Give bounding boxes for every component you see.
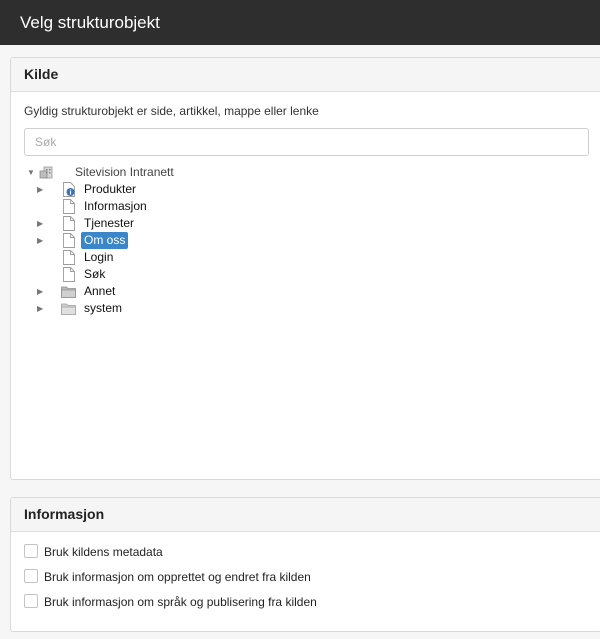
svg-text:i: i — [69, 189, 71, 196]
tree-item-label[interactable]: Informasjon — [81, 198, 150, 215]
expand-arrow-icon[interactable]: ▶ — [37, 232, 47, 249]
option-created-modified[interactable]: Bruk informasjon om opprettet og endret … — [24, 569, 311, 585]
tree-root-label[interactable]: Sitevision Intranett — [72, 164, 177, 181]
folder-icon — [61, 301, 76, 316]
option-language-publishing[interactable]: Bruk informasjon om språk og publisering… — [24, 594, 317, 610]
checkbox-created-modified[interactable] — [24, 569, 38, 583]
kilde-panel: Kilde Gyldig strukturobjekt er side, art… — [10, 57, 600, 480]
page-info-icon: i — [62, 182, 76, 197]
kilde-description: Gyldig strukturobjekt er side, artikkel,… — [24, 104, 319, 118]
tree-item-label[interactable]: Login — [81, 249, 116, 266]
tree-item-label-selected[interactable]: Om oss — [81, 232, 129, 249]
page-icon — [62, 233, 76, 248]
tree-item-label[interactable]: Søk — [81, 266, 108, 283]
page-icon — [62, 216, 76, 231]
page-icon — [62, 199, 76, 214]
option-language-publishing-label: Bruk informasjon om språk og publisering… — [44, 595, 317, 609]
expand-arrow-icon[interactable]: ▶ — [37, 181, 47, 198]
option-metadata-label: Bruk kildens metadata — [44, 545, 163, 559]
collapse-arrow-icon[interactable]: ▼ — [27, 164, 37, 181]
kilde-header: Kilde — [11, 58, 600, 92]
expand-arrow-icon[interactable]: ▶ — [37, 215, 47, 232]
checkbox-metadata[interactable] — [24, 544, 38, 558]
option-created-modified-label: Bruk informasjon om opprettet og endret … — [44, 570, 311, 584]
option-metadata[interactable]: Bruk kildens metadata — [24, 544, 163, 560]
page-icon — [62, 267, 76, 282]
tree-item-label[interactable]: Produkter — [81, 181, 139, 198]
informasjon-panel: Informasjon Bruk kildens metadata Bruk i… — [10, 497, 600, 632]
folder-icon — [61, 284, 76, 299]
expand-arrow-icon[interactable]: ▶ — [37, 283, 47, 300]
expand-arrow-icon[interactable]: ▶ — [37, 300, 47, 317]
site-icon — [39, 165, 55, 180]
tree-item-label[interactable]: system — [81, 300, 125, 317]
dialog-title: Velg strukturobjekt — [0, 0, 600, 45]
tree-item-label[interactable]: Annet — [81, 283, 118, 300]
tree-item-label[interactable]: Tjenester — [81, 215, 137, 232]
search-input[interactable] — [24, 128, 589, 156]
informasjon-header: Informasjon — [11, 498, 600, 532]
checkbox-language-publishing[interactable] — [24, 594, 38, 608]
page-icon — [62, 250, 76, 265]
